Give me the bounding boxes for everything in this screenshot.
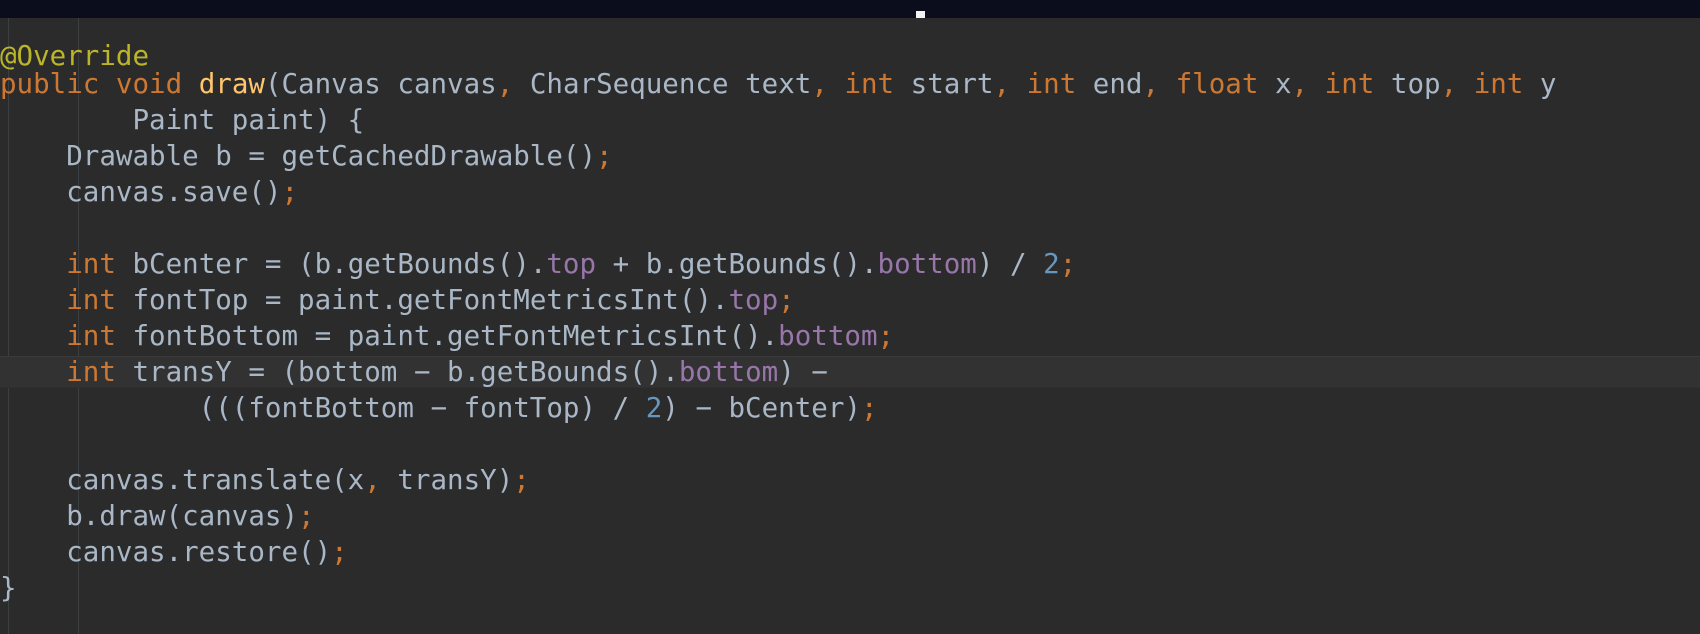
code-token-punct: ; <box>331 536 348 568</box>
code-token-keyword: public <box>0 68 100 100</box>
code-token-plain: transY) <box>380 464 514 496</box>
code-token-plain: + b.getBounds(). <box>596 248 878 280</box>
code-token-plain: b.draw(canvas) <box>0 500 299 532</box>
code-token-method: draw <box>198 68 265 100</box>
code-token-punct: , <box>1291 68 1309 100</box>
code-token-plain: fontBottom = paint.getFontMetricsInt(). <box>115 320 779 352</box>
code-token-plain: − <box>413 356 431 388</box>
code-token-plain: ) − <box>778 356 828 388</box>
code-token-plain: start <box>894 68 994 100</box>
code-token-keyword: void <box>115 68 183 100</box>
code-token-plain: fontTop = paint.getFontMetricsInt(). <box>115 284 729 316</box>
code-token-plain: canvas.save() <box>0 176 282 208</box>
code-token-punct: , <box>496 68 514 100</box>
code-token-plain: top <box>1374 68 1441 100</box>
code-token-keyword: int <box>1026 68 1077 100</box>
code-line[interactable]: int fontBottom = paint.getFontMetricsInt… <box>0 318 1700 354</box>
code-token-punct: , <box>1440 68 1458 100</box>
code-token-punct: , <box>364 464 381 496</box>
editor-top-bar <box>0 0 1700 22</box>
code-token-plain: (Canvas canvas <box>264 68 497 100</box>
code-token-punct: ; <box>513 464 530 496</box>
code-token-punct: ; <box>860 392 878 424</box>
code-token-plain: end <box>1076 68 1143 100</box>
code-token-plain: transY = (bottom <box>115 356 414 388</box>
code-line[interactable]: canvas.restore(); <box>0 534 1700 570</box>
code-token-field: top <box>728 284 779 316</box>
code-token-keyword: int <box>1324 68 1375 100</box>
code-token-plain: canvas.restore() <box>0 536 332 568</box>
code-editor-window: @Override public void draw(Canvas canvas,… <box>0 0 1700 634</box>
code-token-punct: ; <box>778 284 795 316</box>
code-token-plain: x <box>1258 68 1292 100</box>
code-line[interactable]: Drawable b = getCachedDrawable(); <box>0 138 1700 174</box>
code-token-plain: CharSequence text <box>513 68 812 100</box>
code-token-keyword: float <box>1175 68 1259 100</box>
code-token-plain: } <box>0 572 17 604</box>
code-token-punct: ; <box>281 176 299 208</box>
code-token-plain: b.getBounds(). <box>430 356 679 388</box>
code-line[interactable]: int bCenter = (b.getBounds().top + b.get… <box>0 246 1700 282</box>
code-token-keyword: int <box>66 284 116 316</box>
code-line[interactable]: } <box>0 570 1700 606</box>
code-token-punct: , <box>1142 68 1160 100</box>
code-token-punct: ; <box>298 500 315 532</box>
code-token-plain: bCenter = (b.getBounds(). <box>115 248 547 280</box>
code-token-keyword: int <box>1473 68 1524 100</box>
code-line[interactable]: canvas.save(); <box>0 174 1700 210</box>
code-token-punct: ; <box>596 140 613 172</box>
code-token-punct: ; <box>877 320 895 352</box>
code-token-plain: ) − bCenter) <box>662 392 861 424</box>
code-token-punct: ; <box>1059 248 1077 280</box>
code-token-keyword: int <box>66 356 116 388</box>
code-line[interactable]: int fontTop = paint.getFontMetricsInt().… <box>0 282 1700 318</box>
code-line[interactable]: (((fontBottom − fontTop) / 2) − bCenter)… <box>0 390 1700 426</box>
code-token-field: bottom <box>877 248 977 280</box>
code-token-plain: Paint paint) { <box>0 104 365 136</box>
code-token-plain: Drawable b = getCachedDrawable() <box>0 140 597 172</box>
code-line[interactable]: b.draw(canvas); <box>0 498 1700 534</box>
code-token-keyword: int <box>66 320 116 352</box>
code-line[interactable] <box>0 426 1700 462</box>
code-token-plain: canvas.translate(x <box>0 464 365 496</box>
code-token-field: bottom <box>778 320 878 352</box>
code-token-punct: , <box>811 68 828 100</box>
code-line[interactable]: canvas.translate(x, transY); <box>0 462 1700 498</box>
code-token-plain: y <box>1523 68 1557 100</box>
code-token-plain: (((fontBottom − fontTop) / <box>0 392 646 424</box>
code-line[interactable]: public void draw(Canvas canvas, CharSequ… <box>0 66 1700 102</box>
code-editor-surface[interactable]: @Override public void draw(Canvas canvas,… <box>0 18 1700 634</box>
code-token-punct: , <box>993 68 1011 100</box>
code-token-keyword: int <box>66 248 116 280</box>
code-line[interactable]: int transY = (bottom − b.getBounds().bot… <box>0 354 1700 390</box>
code-token-field: bottom <box>678 356 779 388</box>
code-token-number: 2 <box>645 392 663 424</box>
code-token-keyword: int <box>844 68 895 100</box>
code-token-number: 2 <box>1043 248 1060 280</box>
code-line[interactable] <box>0 210 1700 246</box>
code-token-field: top <box>546 248 597 280</box>
code-line[interactable]: Paint paint) { <box>0 102 1700 138</box>
code-token-plain: ) / <box>976 248 1044 280</box>
